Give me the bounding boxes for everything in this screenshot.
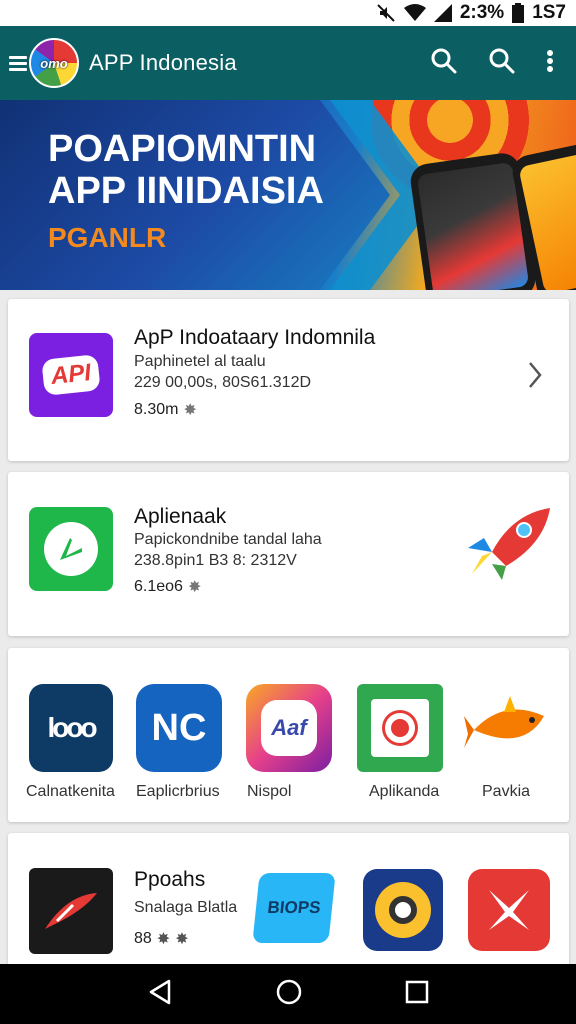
- search-icon[interactable]: [430, 47, 458, 80]
- app-grid-label: Calnatkenita: [26, 783, 115, 800]
- status-extra: 1S7: [532, 2, 566, 23]
- nav-bar: [0, 964, 576, 1024]
- app-rating: 8.30m ✸: [134, 401, 197, 419]
- star-icon: ✸: [156, 931, 171, 948]
- app-icon: API: [29, 333, 113, 417]
- app-title: Aplienaak: [134, 505, 227, 528]
- app-grid-label: Aplikanda: [369, 783, 440, 800]
- signal-icon: [433, 4, 452, 22]
- star-icon: ✸: [175, 931, 189, 948]
- menu-icon[interactable]: [9, 55, 27, 71]
- app-icon: [29, 868, 113, 954]
- app-meta: 229 00,00s, 80S61.312D: [134, 374, 312, 391]
- app-icon: [29, 507, 113, 591]
- star-icon: ✸: [187, 579, 202, 596]
- app-grid-icon[interactable]: looo: [29, 684, 113, 772]
- app-rating: 88 ✸ ✸: [134, 930, 189, 948]
- app-subtitle: Snalaga Blatla: [134, 899, 238, 916]
- app-grid-icon[interactable]: Aaf: [246, 684, 332, 772]
- app-subtitle: Papickondnibe tandal laha: [134, 531, 322, 548]
- banner-title-line1: POAPIOMNTIN: [48, 128, 317, 170]
- app-grid-label: Eaplicrbrius: [136, 783, 220, 800]
- rocket-icon: [462, 504, 554, 585]
- search-icon[interactable]: [488, 47, 516, 80]
- mute-icon: [376, 3, 396, 23]
- app-grid-icon[interactable]: NC: [136, 684, 222, 772]
- app-title: Ppoahs: [134, 868, 206, 891]
- featured-app-card[interactable]: Aplienaak Papickondnibe tandal laha 238.…: [8, 472, 569, 636]
- star-icon: ✸: [183, 402, 197, 419]
- fish-icon[interactable]: [464, 686, 552, 771]
- status-bar: 2:3% 1S7: [0, 0, 576, 26]
- app-list-card[interactable]: Ppoahs Snalaga Blatla 88 ✸ ✸ BIOPS: [8, 833, 569, 973]
- app-grid-icon[interactable]: [357, 684, 443, 772]
- app-grid-label: Nispol: [247, 783, 292, 800]
- battery-icon: [512, 3, 525, 23]
- app-icon[interactable]: [468, 869, 550, 951]
- back-icon[interactable]: [147, 978, 173, 1011]
- app-logo: omo: [29, 38, 79, 88]
- app-meta: 238.8pin1 B3 8: 2312V: [134, 552, 297, 569]
- recents-icon[interactable]: [405, 980, 429, 1009]
- chevron-right-icon[interactable]: [527, 361, 543, 394]
- banner-title-line2: APP IINIDAISIA: [48, 170, 324, 212]
- featured-app-card[interactable]: API ApP Indoataary Indomnila Paphinetel …: [8, 299, 569, 461]
- app-icon[interactable]: BIOPS: [252, 873, 336, 943]
- app-grid-label: Pavkia: [482, 783, 531, 800]
- home-icon[interactable]: [275, 978, 303, 1011]
- app-subtitle: Paphinetel al taalu: [134, 353, 266, 370]
- banner-subtitle: PGANLR: [48, 222, 167, 253]
- more-vert-icon[interactable]: [546, 49, 554, 78]
- app-bar: omo APP Indonesia: [0, 26, 576, 100]
- status-time: 2:3%: [459, 2, 505, 23]
- app-title: ApP Indoataary Indomnila: [134, 326, 376, 349]
- wifi-icon: [403, 4, 426, 22]
- app-title: APP Indonesia: [89, 50, 237, 75]
- app-rating: 6.1eo6 ✸: [134, 578, 202, 596]
- camera-app-icon[interactable]: [363, 869, 443, 951]
